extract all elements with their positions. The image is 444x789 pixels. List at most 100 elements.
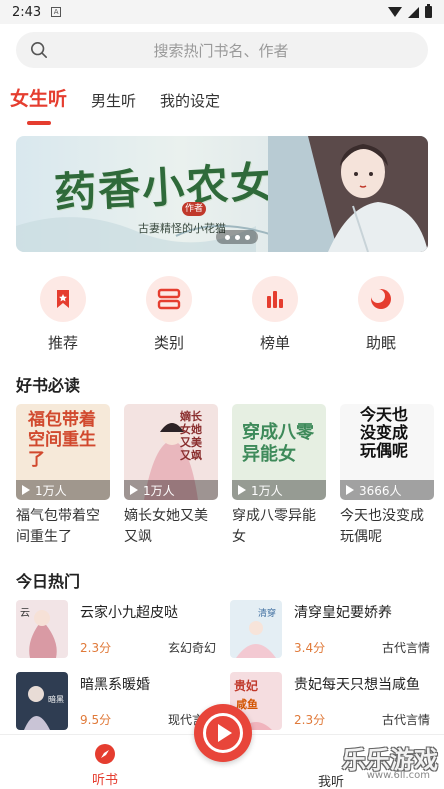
pager-dot <box>224 234 230 240</box>
quick-ranking-label: 榜单 <box>259 334 290 352</box>
nav-listen[interactable]: 听书 <box>92 743 118 788</box>
book-cover: 福包带着空间重生了 1万人 <box>16 404 110 500</box>
play-icon <box>346 485 354 495</box>
play-count-text: 3666人 <box>359 483 402 498</box>
hot-item[interactable]: 云 云家小九超皮哒 2.3分 玄幻奇幻 <box>16 600 216 658</box>
play-count-text: 1万人 <box>251 483 283 498</box>
cover-title: 福包带着空间重生了 <box>28 410 96 470</box>
banner-author: 古妻精怪的小花猫 <box>138 222 226 235</box>
svg-text:贵妃: 贵妃 <box>234 678 258 693</box>
hot-title: 贵妃每天只想当咸鱼 <box>294 677 420 693</box>
good-books-title: 好书必读 <box>16 376 81 395</box>
book-name: 福气包带着空间重生了 <box>16 508 100 545</box>
quick-recommend[interactable]: 推荐 <box>23 276 103 353</box>
app-screen: { "status_bar": { "time": "2:43", "sim_l… <box>0 0 444 789</box>
play-button[interactable] <box>194 704 252 762</box>
banner-pager[interactable] <box>216 230 258 244</box>
cover-art: 清穿 <box>236 607 276 658</box>
hot-genre: 古代言情 <box>381 641 430 655</box>
book-card[interactable]: 今天也没变成玩偶呢 3666人 今天也没变成玩偶呢 <box>340 404 434 548</box>
battery-icon <box>425 4 432 18</box>
cover-title: 嫡长女她又美又飒 <box>180 410 202 462</box>
book-card[interactable]: 穿成八零异能女 1万人 穿成八零异能女 <box>232 404 326 548</box>
watermark: 乐乐游戏 www.6ll.com <box>318 736 444 789</box>
hot-today-title: 今日热门 <box>16 572 81 591</box>
search-bar[interactable]: 搜索热门书名、作者 <box>16 32 428 68</box>
book-card[interactable]: 嫡长女她又美又飒 1万人 嫡长女她又美又飒 <box>124 404 218 548</box>
hot-item[interactable]: 贵妃 咸鱼 贵妃每天只想当咸鱼 2.3分 古代言情 <box>230 672 430 730</box>
banner-illustration <box>268 136 428 252</box>
promo-banner[interactable]: 药香小农女 作者 古妻精怪的小花猫 <box>16 136 428 252</box>
play-count: 1万人 <box>16 480 110 500</box>
hot-score: 2.3分 <box>80 641 112 655</box>
nav-listen-label: 听书 <box>92 773 119 788</box>
svg-text:清穿: 清穿 <box>258 607 276 619</box>
search-input[interactable]: 搜索热门书名、作者 <box>48 40 414 61</box>
cover-art: 云 <box>20 608 57 658</box>
hot-score: 2.3分 <box>294 713 326 727</box>
play-count-text: 1万人 <box>35 483 67 498</box>
book-name: 今天也没变成玩偶呢 <box>340 508 424 545</box>
hot-score: 9.5分 <box>80 713 112 727</box>
tab-female[interactable]: 女生听 <box>10 84 67 125</box>
hot-cover: 清穿 <box>230 600 282 658</box>
quick-sleep-label: 助眠 <box>365 334 396 352</box>
bookmark-icon <box>40 276 86 322</box>
play-count: 1万人 <box>232 480 326 500</box>
quick-recommend-label: 推荐 <box>47 334 78 352</box>
hot-genre: 古代言情 <box>381 713 430 727</box>
play-icon <box>22 485 30 495</box>
signal-icon <box>408 6 419 18</box>
cover-title: 穿成八零异能女 <box>242 422 314 465</box>
status-icons <box>388 4 432 18</box>
play-icon <box>203 713 243 753</box>
hot-cover: 暗黑 <box>16 672 68 730</box>
svg-text:云: 云 <box>20 608 30 619</box>
book-name: 穿成八零异能女 <box>232 508 316 545</box>
hot-title: 云家小九超皮哒 <box>80 605 178 621</box>
compass-icon <box>95 744 115 764</box>
sim-icon: A <box>51 7 62 17</box>
svg-text:暗黑: 暗黑 <box>48 694 64 704</box>
banner-title: 药香小农女 <box>53 157 276 218</box>
pager-dot <box>234 234 240 240</box>
quick-category-label: 类别 <box>153 334 184 352</box>
tab-my-settings[interactable]: 我的设定 <box>160 90 220 125</box>
quick-ranking[interactable]: 榜单 <box>235 276 315 353</box>
hot-genre: 玄幻奇幻 <box>167 641 216 655</box>
status-time: 2:43 <box>12 4 42 20</box>
banner-author-tag: 作者 <box>182 202 206 216</box>
search-icon <box>30 41 48 59</box>
watermark-url: www.6ll.com <box>366 770 430 781</box>
moon-icon <box>358 276 404 322</box>
wifi-icon <box>388 7 402 17</box>
play-icon <box>130 485 138 495</box>
play-icon <box>238 485 246 495</box>
play-count: 1万人 <box>124 480 218 500</box>
quick-actions: 推荐 类别 榜单 助眠 <box>0 276 444 353</box>
category-tabs: 女生听 男生听 我的设定 <box>10 84 220 125</box>
book-cover: 穿成八零异能女 1万人 <box>232 404 326 500</box>
hot-cover: 云 <box>16 600 68 658</box>
hot-title: 暗黑系暖婚 <box>80 677 150 693</box>
quick-sleep[interactable]: 助眠 <box>341 276 421 353</box>
tab-male[interactable]: 男生听 <box>91 90 136 125</box>
book-card[interactable]: 福包带着空间重生了 1万人 福气包带着空间重生了 <box>16 404 110 548</box>
category-icon <box>146 276 192 322</box>
hot-title: 清穿皇妃要娇养 <box>294 605 392 621</box>
hot-score: 3.4分 <box>294 641 326 655</box>
quick-category[interactable]: 类别 <box>129 276 209 353</box>
hot-item[interactable]: 清穿 清穿皇妃要娇养 3.4分 古代言情 <box>230 600 430 658</box>
play-count-text: 1万人 <box>143 483 175 498</box>
pager-dot <box>244 234 250 240</box>
cover-art: 暗黑 <box>24 686 64 730</box>
status-bar: 2:43 A <box>0 0 444 24</box>
cover-title: 今天也没变成玩偶呢 <box>360 405 409 460</box>
book-name: 嫡长女她又美又飒 <box>124 508 208 545</box>
chart-icon <box>252 276 298 322</box>
play-triangle <box>218 724 232 742</box>
hot-item[interactable]: 暗黑 暗黑系暖婚 9.5分 现代言情 <box>16 672 216 730</box>
good-books-list: 福包带着空间重生了 1万人 福气包带着空间重生了 嫡长女她又美又飒 1万人 嫡长… <box>16 404 434 548</box>
play-count: 3666人 <box>340 480 434 500</box>
book-cover: 今天也没变成玩偶呢 3666人 <box>340 404 434 500</box>
